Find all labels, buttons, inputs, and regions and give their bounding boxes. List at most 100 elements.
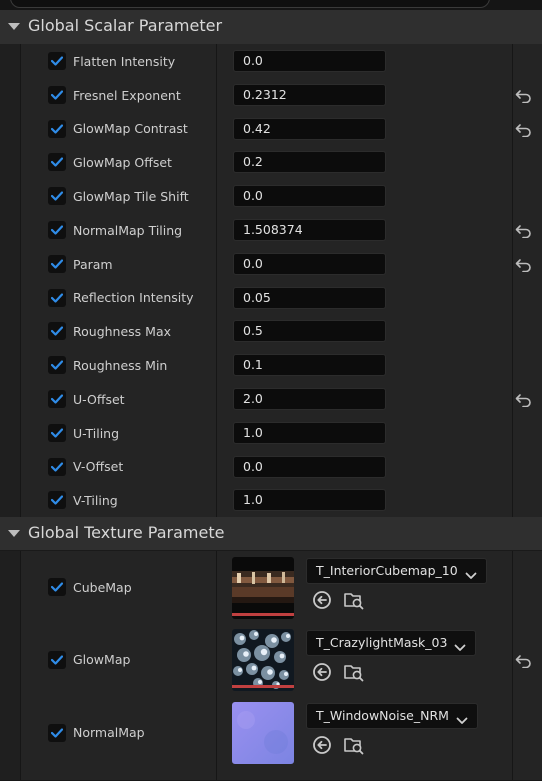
param-name-label: Param <box>73 257 113 272</box>
row-gutter <box>0 450 21 483</box>
override-checkbox[interactable] <box>48 289 66 307</box>
browse-to-asset-icon[interactable] <box>343 734 365 756</box>
param-value-input[interactable]: 0.1 <box>233 354 386 376</box>
column-divider <box>512 145 513 179</box>
scalar-param-row: GlowMap Contrast 0.42 <box>0 112 542 146</box>
texture-thumbnail[interactable] <box>232 702 294 764</box>
column-divider <box>216 382 217 416</box>
param-value-input[interactable]: 1.0 <box>233 422 386 444</box>
override-checkbox[interactable] <box>48 52 66 70</box>
param-value-input[interactable]: 0.05 <box>233 287 386 309</box>
column-divider <box>216 551 217 623</box>
asset-picker-dropdown[interactable]: T_InteriorCubemap_10 <box>306 558 487 584</box>
use-selected-asset-icon[interactable] <box>311 589 333 611</box>
column-divider <box>216 623 217 696</box>
texture-param-row: GlowMap T_CrazylightMask_03 <box>0 623 542 697</box>
override-checkbox[interactable] <box>48 86 66 104</box>
use-selected-asset-icon[interactable] <box>311 661 333 683</box>
override-checkbox[interactable] <box>48 458 66 476</box>
settings-menu-icon[interactable] <box>505 0 523 4</box>
scalar-param-row: V-Offset 0.0 <box>0 450 542 484</box>
override-checkbox[interactable] <box>48 390 66 408</box>
asset-name-label: T_InteriorCubemap_10 <box>316 563 458 578</box>
use-selected-asset-icon[interactable] <box>311 734 333 756</box>
reset-to-default-icon[interactable] <box>515 88 533 104</box>
param-value-input[interactable]: 0.0 <box>233 185 386 207</box>
column-divider <box>512 247 513 281</box>
param-name-label: GlowMap Offset <box>73 155 172 170</box>
asset-picker-dropdown[interactable]: T_WindowNoise_NRM <box>306 703 478 729</box>
chevron-down-icon <box>456 710 468 734</box>
param-name-label: NormalMap <box>73 725 145 740</box>
override-checkbox[interactable] <box>48 187 66 205</box>
column-divider <box>216 112 217 145</box>
asset-name-label: T_CrazylightMask_03 <box>316 635 448 650</box>
collapse-arrow-icon[interactable] <box>8 530 20 537</box>
param-name-label: Reflection Intensity <box>73 290 194 305</box>
param-value-input[interactable]: 1.508374 <box>233 219 386 241</box>
param-value-input[interactable]: 0.2312 <box>233 84 386 106</box>
collapse-arrow-icon[interactable] <box>8 23 20 30</box>
override-checkbox[interactable] <box>48 578 66 596</box>
reset-to-default-icon[interactable] <box>515 653 533 669</box>
column-divider <box>216 416 217 450</box>
scalar-param-row: U-Offset 2.0 <box>0 382 542 417</box>
param-name-label: V-Offset <box>73 459 124 474</box>
column-divider <box>512 44 513 78</box>
row-gutter <box>0 416 21 450</box>
override-checkbox[interactable] <box>48 255 66 273</box>
override-checkbox[interactable] <box>48 491 66 509</box>
search-input[interactable] <box>10 0 490 8</box>
texture-thumbnail[interactable] <box>232 557 294 619</box>
row-gutter <box>0 281 21 314</box>
reset-to-default-icon[interactable] <box>515 223 533 239</box>
override-checkbox[interactable] <box>48 724 66 742</box>
row-gutter <box>0 44 21 78</box>
override-checkbox[interactable] <box>48 120 66 138</box>
texture-thumbnail[interactable] <box>232 629 294 691</box>
column-divider <box>216 145 217 179</box>
param-name-label: GlowMap Tile Shift <box>73 189 189 204</box>
override-checkbox[interactable] <box>48 356 66 374</box>
param-value-input[interactable]: 0.5 <box>233 320 386 342</box>
param-name-label: CubeMap <box>73 580 132 595</box>
row-gutter <box>0 179 21 213</box>
scalar-param-row: V-Tiling 1.0 <box>0 483 542 518</box>
browse-to-asset-icon[interactable] <box>343 661 365 683</box>
asset-picker-dropdown[interactable]: T_CrazylightMask_03 <box>306 630 477 656</box>
override-checkbox[interactable] <box>48 221 66 239</box>
column-divider <box>512 78 513 112</box>
scalar-param-row: Roughness Min 0.1 <box>0 348 542 383</box>
override-checkbox[interactable] <box>48 153 66 171</box>
param-value-input[interactable]: 0.0 <box>233 253 386 275</box>
column-divider <box>512 450 513 483</box>
param-value-input[interactable]: 0.0 <box>233 50 386 72</box>
column-divider <box>512 179 513 213</box>
scalar-param-row: GlowMap Tile Shift 0.0 <box>0 179 542 214</box>
category-global-scalar[interactable]: Global Scalar Parameter <box>0 10 542 45</box>
asset-name-label: T_WindowNoise_NRM <box>316 708 449 723</box>
column-divider <box>216 348 217 382</box>
category-global-texture[interactable]: Global Texture Paramete <box>0 517 542 551</box>
param-name-label: U-Tiling <box>73 426 120 441</box>
browse-to-asset-icon[interactable] <box>343 589 365 611</box>
row-gutter <box>0 247 21 281</box>
param-value-input[interactable]: 0.0 <box>233 456 386 478</box>
override-checkbox[interactable] <box>48 322 66 340</box>
reset-to-default-icon[interactable] <box>515 392 533 408</box>
override-checkbox[interactable] <box>48 651 66 669</box>
param-name-label: NormalMap Tiling <box>73 223 183 238</box>
scalar-param-row: Roughness Max 0.5 <box>0 314 542 349</box>
row-gutter <box>0 623 21 696</box>
param-value-input[interactable]: 2.0 <box>233 388 386 410</box>
reset-to-default-icon[interactable] <box>515 122 533 138</box>
row-gutter <box>0 382 21 416</box>
override-checkbox[interactable] <box>48 424 66 442</box>
row-gutter <box>0 78 21 112</box>
column-divider <box>216 314 217 348</box>
reset-to-default-icon[interactable] <box>515 257 533 273</box>
scalar-param-row: Param 0.0 <box>0 247 542 282</box>
param-value-input[interactable]: 1.0 <box>233 489 386 511</box>
param-value-input[interactable]: 0.2 <box>233 151 386 173</box>
param-value-input[interactable]: 0.42 <box>233 118 386 140</box>
